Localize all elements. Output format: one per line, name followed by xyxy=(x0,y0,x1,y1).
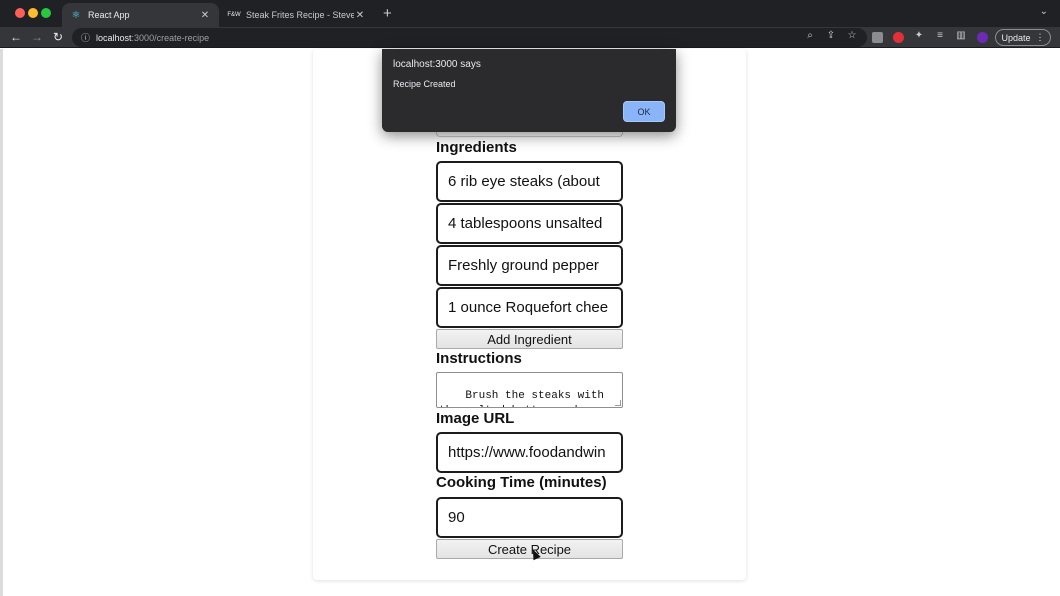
tab-label: Steak Frites Recipe - Steven R xyxy=(246,10,354,20)
browser-toolbar: ← → ↻ ⓘ localhost:3000/create-recipe ⌕ ⇪… xyxy=(0,27,1060,48)
dialog-message: Recipe Created xyxy=(393,79,456,89)
url-host: localhost xyxy=(96,32,132,43)
update-button[interactable]: Update ⋮ xyxy=(995,29,1051,46)
tab-label: React App xyxy=(88,10,130,20)
media-queue-icon[interactable]: ≡ xyxy=(934,30,946,41)
cooking-time-input[interactable]: 90 xyxy=(436,497,623,538)
instructions-heading: Instructions xyxy=(436,350,522,367)
minimize-window-button[interactable] xyxy=(28,8,38,18)
dialog-title: localhost:3000 says xyxy=(393,59,481,70)
resize-handle-icon[interactable] xyxy=(615,400,621,406)
extensions-puzzle-icon[interactable]: ✦ xyxy=(913,30,925,41)
extension-red-icon[interactable] xyxy=(893,32,904,43)
instructions-textarea[interactable]: Brush the steaks with the melted butter … xyxy=(436,372,623,408)
close-tab-icon[interactable]: ✕ xyxy=(354,10,366,21)
tab-react-app[interactable]: ⚛ React App ✕ xyxy=(62,3,219,27)
site-favicon-icon: F&W xyxy=(227,12,241,18)
browser-titlebar: ⚛ React App ✕ F&W Steak Frites Recipe - … xyxy=(0,0,1060,27)
ingredient-input[interactable]: 4 tablespoons unsalted xyxy=(436,203,623,244)
maximize-window-button[interactable] xyxy=(41,8,51,18)
new-tab-icon[interactable]: + xyxy=(383,5,392,22)
dialog-ok-button[interactable]: OK xyxy=(623,101,665,122)
image-url-input[interactable]: https://www.foodandwin xyxy=(436,432,623,473)
kebab-menu-icon[interactable]: ⋮ xyxy=(1036,32,1045,43)
profile-avatar-icon[interactable] xyxy=(977,32,988,43)
react-logo-icon: ⚛ xyxy=(71,9,81,21)
ingredient-input[interactable]: Freshly ground pepper xyxy=(436,245,623,286)
update-label: Update xyxy=(1001,32,1031,43)
cooking-time-heading: Cooking Time (minutes) xyxy=(436,474,607,491)
alert-dialog: localhost:3000 says Recipe Created OK xyxy=(382,49,676,132)
extension-icon[interactable] xyxy=(872,32,883,43)
tab-search-chevron-icon[interactable]: ⌄ xyxy=(1040,6,1048,17)
ingredients-heading: Ingredients xyxy=(436,139,517,156)
tab-steak-frites[interactable]: F&W Steak Frites Recipe - Steven R ✕ xyxy=(220,3,374,27)
site-info-icon[interactable]: ⓘ xyxy=(81,31,90,44)
address-bar[interactable]: ⓘ localhost:3000/create-recipe xyxy=(72,28,867,47)
bookmark-star-icon[interactable]: ☆ xyxy=(846,30,858,41)
forward-arrow-icon[interactable]: → xyxy=(30,30,44,44)
close-tab-icon[interactable]: ✕ xyxy=(199,10,211,21)
side-panel-icon[interactable]: ▥ xyxy=(955,30,967,41)
back-arrow-icon[interactable]: ← xyxy=(9,30,23,44)
ingredient-input[interactable]: 6 rib eye steaks (about xyxy=(436,161,623,202)
url-path: :3000/create-recipe xyxy=(131,32,210,43)
zoom-icon[interactable]: ⌕ xyxy=(804,30,816,41)
create-recipe-button[interactable]: Create Recipe xyxy=(436,539,623,559)
image-url-heading: Image URL xyxy=(436,410,515,427)
close-window-button[interactable] xyxy=(15,8,25,18)
reload-icon[interactable]: ↻ xyxy=(51,30,65,44)
instructions-text: Brush the steaks with the melted butter … xyxy=(439,390,605,407)
share-icon[interactable]: ⇪ xyxy=(825,30,837,41)
page-edge xyxy=(0,49,3,596)
add-ingredient-button[interactable]: Add Ingredient xyxy=(436,329,623,349)
ingredient-input[interactable]: 1 ounce Roquefort chee xyxy=(436,287,623,328)
